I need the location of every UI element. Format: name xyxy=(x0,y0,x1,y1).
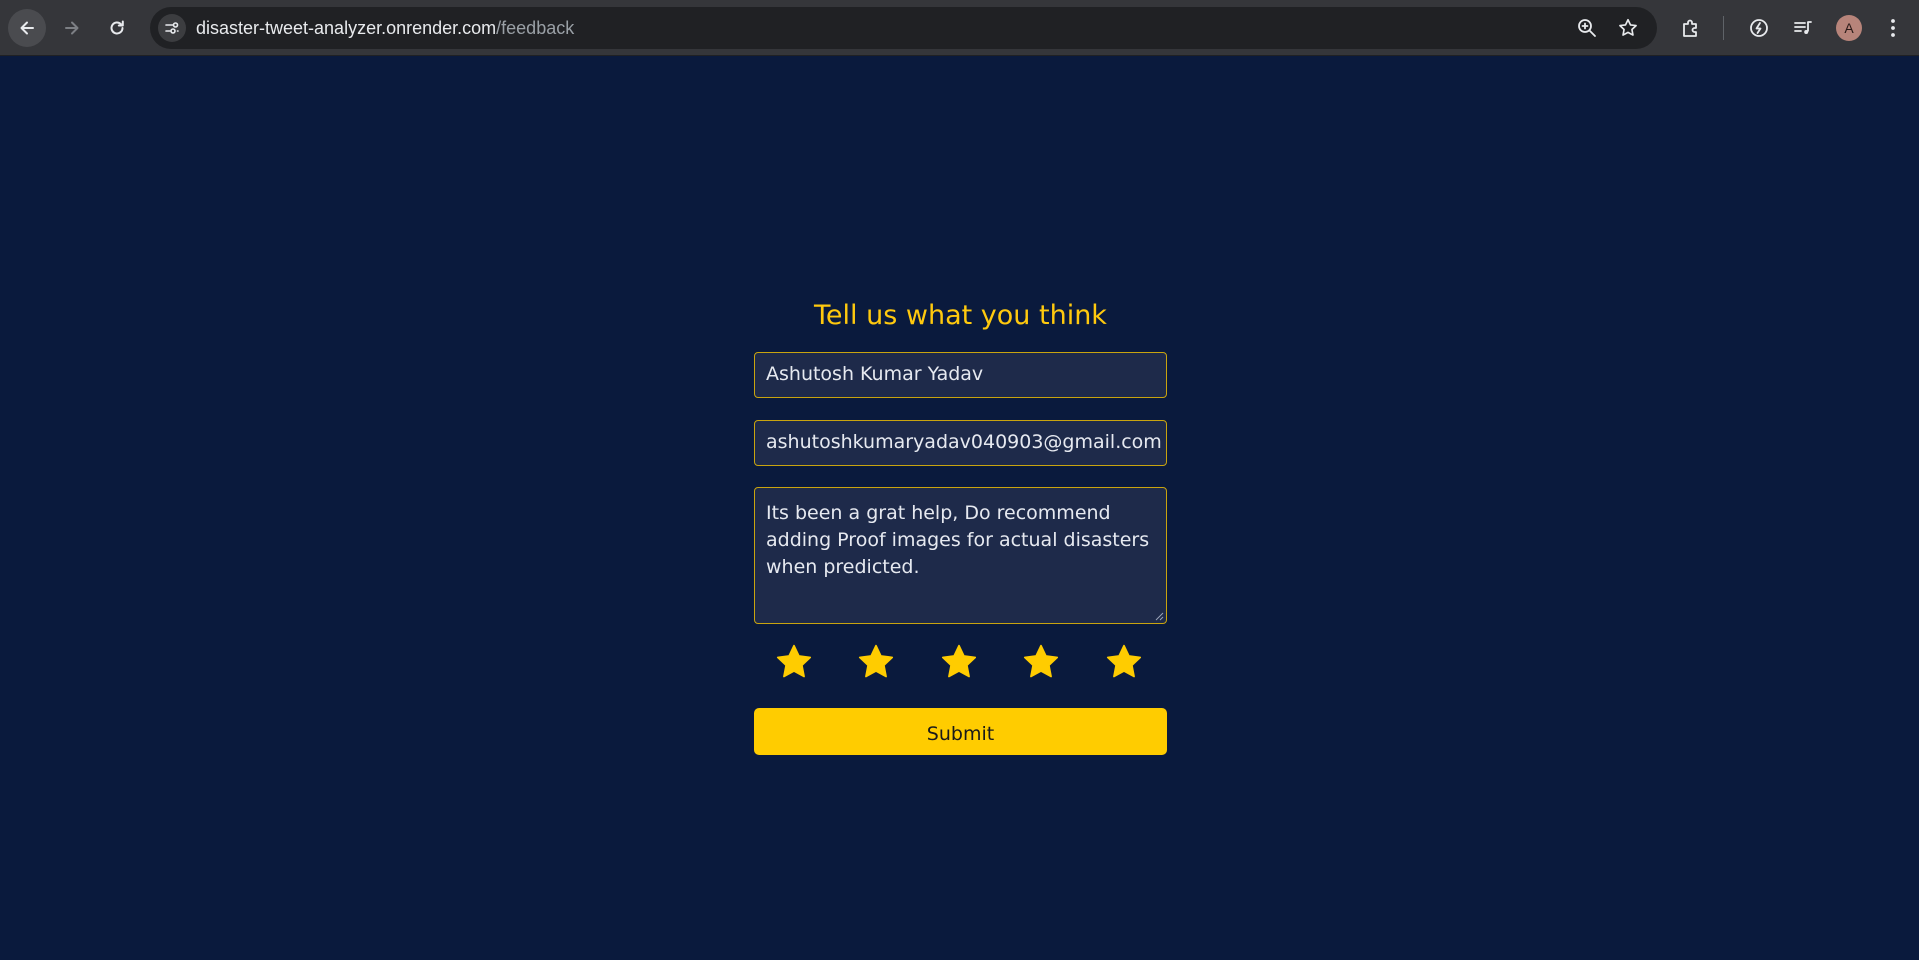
form-title: Tell us what you think xyxy=(814,300,1107,331)
resize-grip-icon[interactable] xyxy=(1155,612,1164,621)
arrow-right-icon xyxy=(65,21,79,35)
performance-button[interactable] xyxy=(1745,14,1773,42)
star-icon[interactable] xyxy=(856,642,896,682)
extensions-button[interactable] xyxy=(1677,14,1705,42)
name-input[interactable]: Ashutosh Kumar Yadav xyxy=(754,352,1167,398)
feedback-textarea[interactable]: Its been a grat help, Do recommend addin… xyxy=(754,487,1167,624)
star-rating xyxy=(754,642,1167,686)
browser-toolbar: disaster-tweet-analyzer.onrender.com/fee… xyxy=(0,0,1919,56)
star-icon[interactable] xyxy=(1021,642,1061,682)
more-vertical-icon xyxy=(1891,19,1895,37)
back-button[interactable] xyxy=(8,9,46,47)
zoom-in-icon xyxy=(1578,19,1596,37)
energy-saver-icon xyxy=(1750,19,1768,37)
queue-music-icon xyxy=(1794,21,1812,34)
forward-button[interactable] xyxy=(53,9,91,47)
browser-menu-button[interactable] xyxy=(1879,14,1907,42)
email-input[interactable]: ashutoshkumaryadav040903@gmail.com xyxy=(754,420,1167,466)
arrow-left-icon xyxy=(20,21,34,35)
star-outline-icon xyxy=(1619,18,1637,36)
site-info-button[interactable] xyxy=(158,14,186,42)
puzzle-icon xyxy=(1683,19,1697,37)
zoom-button[interactable] xyxy=(1575,16,1599,40)
url-path: /feedback xyxy=(496,18,575,38)
toolbar-divider xyxy=(1723,16,1724,40)
tune-icon xyxy=(165,22,179,34)
profile-initial: A xyxy=(1844,20,1854,36)
url-text: disaster-tweet-analyzer.onrender.com/fee… xyxy=(196,18,574,39)
page-content: Tell us what you think Ashutosh Kumar Ya… xyxy=(0,56,1919,960)
profile-avatar[interactable]: A xyxy=(1836,15,1862,41)
star-icon[interactable] xyxy=(774,642,814,682)
submit-button[interactable]: Submit xyxy=(754,708,1167,755)
feedback-text: Its been a grat help, Do recommend addin… xyxy=(766,502,1150,578)
url-host: disaster-tweet-analyzer.onrender.com xyxy=(196,18,497,38)
reload-icon xyxy=(110,20,124,35)
star-icon[interactable] xyxy=(1104,642,1144,682)
bookmark-button[interactable] xyxy=(1616,16,1640,40)
media-controls-button[interactable] xyxy=(1789,14,1817,42)
address-bar[interactable]: disaster-tweet-analyzer.onrender.com/fee… xyxy=(150,7,1657,49)
star-icon[interactable] xyxy=(939,642,979,682)
reload-button[interactable] xyxy=(98,9,136,47)
